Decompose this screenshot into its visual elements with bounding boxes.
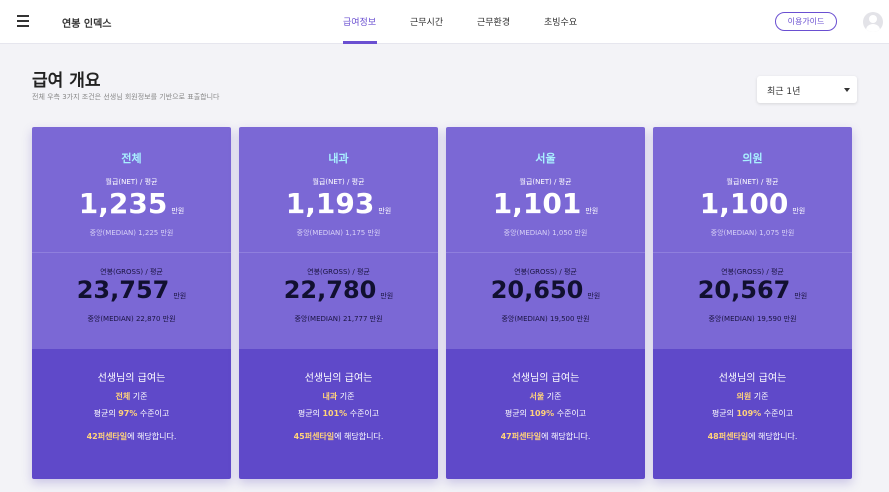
summary-average: 평균의 109% 수준이고 (504, 409, 587, 418)
card-divider (446, 252, 645, 253)
net-unit: 만원 (585, 207, 599, 215)
card-divider (32, 252, 231, 253)
gross-value: 23,757 (76, 276, 170, 304)
salary-card: 의원 월급(NET) / 평균 1,100 만원 중앙(MEDIAN) 1,075… (653, 127, 852, 479)
summary-average: 평균의 101% 수준이고 (297, 409, 380, 418)
summary-heading: 선생님의 급여는 (718, 373, 787, 384)
summary-basis: 전체 기준 (115, 392, 148, 401)
gross-unit: 만원 (587, 292, 601, 300)
summary-percentile: 42퍼센타일에 해당합니다. (86, 432, 177, 441)
pct-of-average: 101% (322, 409, 348, 418)
tab-salary-info[interactable]: 급여정보 (343, 15, 376, 28)
net-label: 월급(NET) / 평균 (105, 178, 158, 186)
active-tab-indicator (343, 41, 377, 44)
summary-percentile: 45퍼센타일에 해당합니다. (293, 432, 384, 441)
basis-name: 서울 (529, 392, 545, 401)
avatar[interactable] (863, 12, 883, 32)
app-title: 연봉 인덱스 (62, 19, 112, 30)
summary-basis: 내과 기준 (322, 392, 355, 401)
summary-basis: 의원 기준 (736, 392, 769, 401)
basis-name: 내과 (322, 392, 338, 401)
percentile: 42퍼센타일 (86, 432, 128, 441)
net-unit: 만원 (792, 207, 806, 215)
pct-of-average: 109% (736, 409, 762, 418)
page-subtitle: 전체 우측 3가지 조건은 선생님 회원정보를 기반으로 표출합니다 (32, 93, 220, 101)
tab-work-hours[interactable]: 근무시간 (410, 15, 443, 28)
summary-heading: 선생님의 급여는 (304, 373, 373, 384)
summary-heading: 선생님의 급여는 (511, 373, 580, 384)
basis-name: 전체 (115, 392, 131, 401)
gross-median: 중앙(MEDIAN) 19,590 만원 (708, 315, 797, 323)
gross-value: 20,567 (697, 276, 791, 304)
net-median: 중앙(MEDIAN) 1,175 만원 (296, 229, 381, 237)
summary-basis: 서울 기준 (529, 392, 562, 401)
user-icon (869, 15, 877, 23)
net-median: 중앙(MEDIAN) 1,075 만원 (710, 229, 795, 237)
gross-unit: 만원 (380, 292, 394, 300)
salary-card: 내과 월급(NET) / 평균 1,193 만원 중앙(MEDIAN) 1,175… (239, 127, 438, 479)
gross-median: 중앙(MEDIAN) 21,777 만원 (294, 315, 383, 323)
percentile: 45퍼센타일 (293, 432, 335, 441)
net-value: 1,193 (285, 187, 375, 220)
net-value: 1,101 (492, 187, 582, 220)
card-name: 내과 (328, 152, 349, 165)
net-median: 중앙(MEDIAN) 1,225 만원 (89, 229, 174, 237)
summary-percentile: 48퍼센타일에 해당합니다. (707, 432, 798, 441)
net-label: 월급(NET) / 평균 (519, 178, 572, 186)
net-value: 1,235 (78, 187, 168, 220)
net-value: 1,100 (699, 187, 789, 220)
net-unit: 만원 (378, 207, 392, 215)
period-select[interactable]: 최근 1년 (757, 76, 857, 103)
card-divider (239, 252, 438, 253)
card-name: 전체 (121, 152, 142, 165)
summary-average: 평균의 109% 수준이고 (711, 409, 794, 418)
top-header: 연봉 인덱스 급여정보 근무시간 근무환경 초빙수요 이용가이드 (0, 0, 889, 44)
period-select-value: 최근 1년 (767, 87, 801, 97)
basis-name: 의원 (736, 392, 752, 401)
pct-of-average: 97% (118, 409, 138, 418)
gross-value: 22,780 (283, 276, 377, 304)
card-name: 서울 (535, 152, 556, 165)
percentile: 48퍼센타일 (707, 432, 749, 441)
gross-unit: 만원 (794, 292, 808, 300)
pct-of-average: 109% (529, 409, 555, 418)
gross-value: 20,650 (490, 276, 584, 304)
gross-median: 중앙(MEDIAN) 19,500 만원 (501, 315, 590, 323)
hamburger-menu-icon[interactable] (17, 15, 29, 27)
net-median: 중앙(MEDIAN) 1,050 만원 (503, 229, 588, 237)
caret-down-icon (844, 88, 850, 92)
guide-button[interactable]: 이용가이드 (775, 12, 837, 31)
card-divider (653, 252, 852, 253)
net-label: 월급(NET) / 평균 (312, 178, 365, 186)
summary-average: 평균의 97% 수준이고 (93, 409, 170, 418)
salary-card: 전체 월급(NET) / 평균 1,235 만원 중앙(MEDIAN) 1,225… (32, 127, 231, 479)
percentile: 47퍼센타일 (500, 432, 542, 441)
tab-recruit-demand[interactable]: 초빙수요 (544, 15, 577, 28)
salary-card: 서울 월급(NET) / 평균 1,101 만원 중앙(MEDIAN) 1,050… (446, 127, 645, 479)
card-name: 의원 (742, 152, 763, 165)
net-label: 월급(NET) / 평균 (726, 178, 779, 186)
summary-heading: 선생님의 급여는 (97, 373, 166, 384)
gross-median: 중앙(MEDIAN) 22,870 만원 (87, 315, 176, 323)
net-unit: 만원 (171, 207, 185, 215)
tab-work-environment[interactable]: 근무환경 (477, 15, 510, 28)
summary-percentile: 47퍼센타일에 해당합니다. (500, 432, 591, 441)
gross-unit: 만원 (173, 292, 187, 300)
page-title: 급여 개요 (32, 71, 101, 91)
